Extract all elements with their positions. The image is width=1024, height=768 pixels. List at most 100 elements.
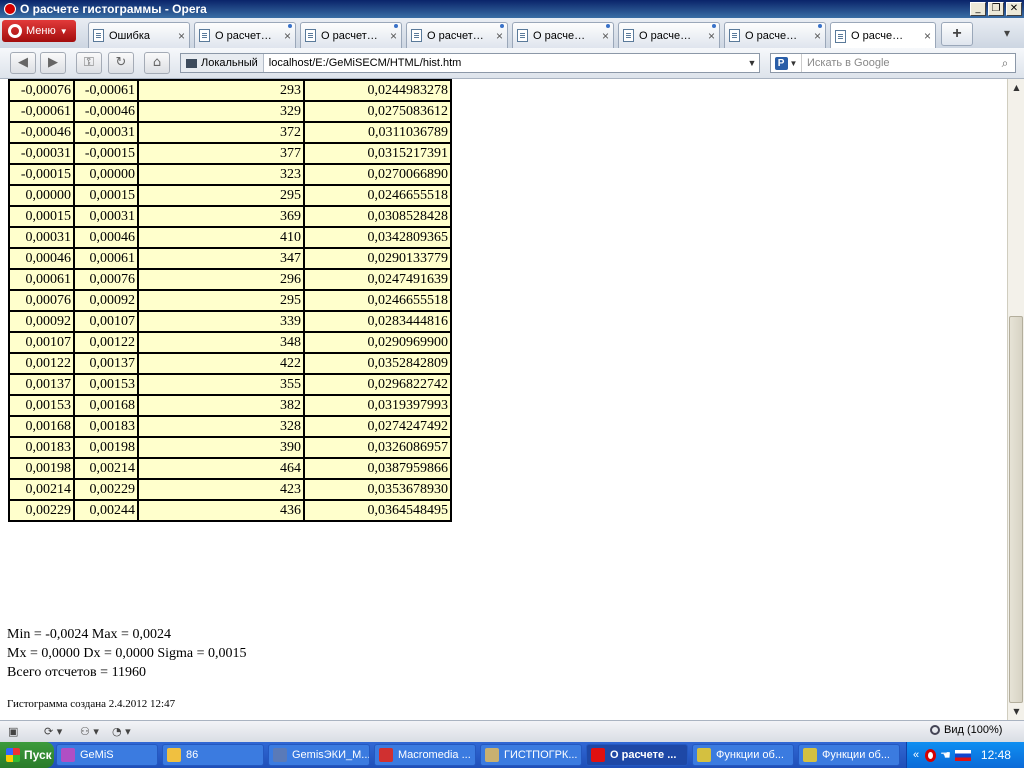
close-tab-icon[interactable]: × xyxy=(602,29,609,43)
back-button[interactable]: ◀ xyxy=(10,52,36,74)
taskbar-item-label: ГИСТПОГРК... xyxy=(504,749,578,761)
taskbar-item[interactable]: Macromedia ... xyxy=(374,744,476,766)
search-engine-selector[interactable]: P ▼ xyxy=(771,54,802,72)
zoom-icon xyxy=(930,725,940,735)
count-cell: 372 xyxy=(137,121,305,144)
hand-tray-icon[interactable]: ☚ xyxy=(940,748,951,762)
search-box[interactable]: P ▼ Искать в Google ⌕ xyxy=(770,53,1016,73)
page-icon xyxy=(411,29,422,42)
taskbar-item[interactable]: GemisЭКИ_М... xyxy=(268,744,370,766)
vertical-scrollbar[interactable]: ▲ ▼ xyxy=(1007,79,1024,720)
sync-icon[interactable]: ⟳ ▾ xyxy=(44,724,62,739)
tray-expand-icon[interactable]: « xyxy=(913,749,919,761)
scroll-down-icon[interactable]: ▼ xyxy=(1009,704,1024,719)
bin-end-cell: 0,00168 xyxy=(73,394,139,417)
tab-list-chevron-icon[interactable]: ▾ xyxy=(995,26,1019,46)
bin-start-cell: 0,00061 xyxy=(8,268,75,291)
address-dropdown-icon[interactable]: ▼ xyxy=(745,58,759,68)
close-tab-icon[interactable]: × xyxy=(924,29,931,43)
tab-page-5[interactable]: О расче… × xyxy=(512,22,614,48)
table-row: -0,00046 -0,00031 372 0,0311036789 xyxy=(8,121,452,144)
close-tab-icon[interactable]: × xyxy=(708,29,715,43)
tab-active-hist[interactable]: О расче… × xyxy=(830,22,936,49)
turbo-icon[interactable]: ◔ ▾ xyxy=(112,724,131,739)
opera-tray-icon[interactable] xyxy=(925,748,937,762)
bin-start-cell: 0,00183 xyxy=(8,436,75,459)
bin-end-cell: -0,00015 xyxy=(73,142,139,165)
taskbar-item-label: О расчете ... xyxy=(610,749,677,761)
address-bar[interactable]: Локальный localhost/E:/GeMiSECM/HTML/his… xyxy=(180,53,760,73)
app-icon xyxy=(697,748,711,762)
system-tray: « ☚ 12:48 xyxy=(906,742,1024,768)
search-icon[interactable]: ⌕ xyxy=(995,56,1015,71)
new-tab-button[interactable]: + xyxy=(941,22,973,46)
bin-start-cell: -0,00046 xyxy=(8,121,75,144)
frequency-cell: 0,0246655518 xyxy=(303,184,452,207)
zoom-control[interactable]: Вид (100%) xyxy=(930,724,1002,736)
frequency-cell: 0,0246655518 xyxy=(303,289,452,312)
frequency-cell: 0,0353678930 xyxy=(303,478,452,501)
app-icon xyxy=(379,748,393,762)
language-flag-icon[interactable] xyxy=(954,749,971,761)
taskbar-item[interactable]: Функции об... xyxy=(798,744,900,766)
taskbar-item[interactable]: GeMiS xyxy=(56,744,158,766)
page-icon xyxy=(305,29,316,42)
created-timestamp: Гистограмма создана 2.4.2012 12:47 xyxy=(7,698,176,710)
tab-page-6[interactable]: О расче… × xyxy=(618,22,720,48)
tab-label: О расчет… xyxy=(321,29,378,42)
tab-label: О расче… xyxy=(533,29,586,42)
close-tab-icon[interactable]: × xyxy=(178,29,185,43)
search-input[interactable]: Искать в Google xyxy=(802,57,995,69)
status-bar: ▣ ⟳ ▾ ⚇ ▾ ◔ ▾ Вид (100%) xyxy=(0,720,1024,742)
frequency-cell: 0,0342809365 xyxy=(303,226,452,249)
bin-start-cell: 0,00137 xyxy=(8,373,75,396)
tab-label: Ошибка xyxy=(109,29,150,42)
home-button[interactable]: ⌂ xyxy=(144,52,170,74)
bin-start-cell: 0,00000 xyxy=(8,184,75,207)
count-cell: 464 xyxy=(137,457,305,480)
security-zone-badge[interactable]: Локальный xyxy=(181,54,264,72)
close-window-button[interactable]: ✕ xyxy=(1006,2,1022,16)
window-title: О расчете гистограммы - Opera xyxy=(20,2,207,16)
taskbar-item[interactable]: 86 xyxy=(162,744,264,766)
tab-error[interactable]: Ошибка × xyxy=(88,22,190,48)
taskbar-item[interactable]: Функции об... xyxy=(692,744,794,766)
tab-page-3[interactable]: О расчет… × xyxy=(300,22,402,48)
close-tab-icon[interactable]: × xyxy=(814,29,821,43)
bin-end-cell: 0,00046 xyxy=(73,226,139,249)
page-icon xyxy=(93,29,104,42)
unite-icon[interactable]: ⚇ ▾ xyxy=(80,724,99,739)
table-row: 0,00214 0,00229 423 0,0353678930 xyxy=(8,478,452,501)
close-tab-icon[interactable]: × xyxy=(496,29,503,43)
minimize-button[interactable]: _ xyxy=(970,2,986,16)
restore-button[interactable]: ❐ xyxy=(988,2,1004,16)
scrollbar-thumb[interactable] xyxy=(1009,316,1023,703)
taskbar-item[interactable]: ГИСТПОГРК... xyxy=(480,744,582,766)
tab-page-7[interactable]: О расче… × xyxy=(724,22,826,48)
reload-button[interactable]: ↻ xyxy=(108,52,134,74)
key-icon[interactable]: ⚿ xyxy=(76,52,102,74)
unread-indicator-icon xyxy=(288,24,292,28)
unread-indicator-icon xyxy=(500,24,504,28)
table-row: 0,00092 0,00107 339 0,0283444816 xyxy=(8,310,452,333)
min-max-line: Min = -0,0024 Max = 0,0024 xyxy=(7,627,171,642)
count-cell: 347 xyxy=(137,247,305,270)
panel-toggle-icon[interactable]: ▣ xyxy=(8,724,18,739)
opera-menu-button[interactable]: Меню ▼ xyxy=(2,20,76,42)
taskbar-item-label: Функции об... xyxy=(716,749,784,761)
start-button[interactable]: Пуск xyxy=(0,742,54,768)
forward-button[interactable]: ▶ xyxy=(40,52,66,74)
table-row: 0,00137 0,00153 355 0,0296822742 xyxy=(8,373,452,396)
taskbar-item[interactable]: О расчете ... xyxy=(586,744,688,766)
scroll-up-icon[interactable]: ▲ xyxy=(1009,80,1024,95)
bin-end-cell: 0,00137 xyxy=(73,352,139,375)
url-input[interactable]: localhost/E:/GeMiSECM/HTML/hist.htm xyxy=(264,57,745,69)
clock[interactable]: 12:48 xyxy=(981,748,1011,762)
tab-page-2[interactable]: О расчет… × xyxy=(194,22,296,48)
tab-page-4[interactable]: О расчет… × xyxy=(406,22,508,48)
close-tab-icon[interactable]: × xyxy=(284,29,291,43)
bin-start-cell: 0,00214 xyxy=(8,478,75,501)
bin-end-cell: 0,00229 xyxy=(73,478,139,501)
close-tab-icon[interactable]: × xyxy=(390,29,397,43)
bin-start-cell: 0,00046 xyxy=(8,247,75,270)
